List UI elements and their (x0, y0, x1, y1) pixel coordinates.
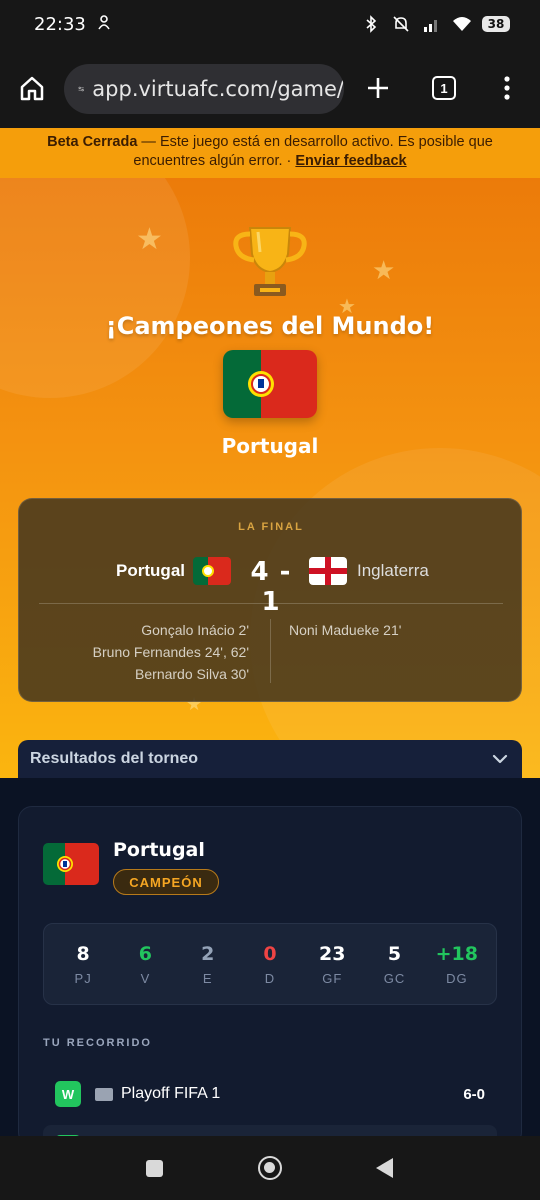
opponent-flag (95, 1087, 113, 1101)
bluetooth-icon (362, 15, 380, 33)
battery-level: 38 (482, 16, 510, 32)
stat-label: DG (446, 970, 468, 986)
stat-value: 8 (76, 942, 90, 965)
champion-hero: ★ ★ ★ ★ ¡Campeones del Mundo! Portugal L… (0, 178, 540, 778)
scorer: Bruno Fernandes 24', 62' (92, 644, 249, 660)
stat-label: GC (383, 970, 406, 986)
tab-switcher-button[interactable]: 1 (432, 76, 456, 100)
star-icon: ★ (136, 222, 163, 257)
portugal-flag (223, 350, 317, 418)
away-scorers: Noni Madueke 21' (289, 619, 401, 641)
stat-label: PJ (74, 970, 92, 986)
stat-value: 0 (263, 942, 277, 965)
stat-e: 2E (180, 943, 236, 986)
stat-gf: 23 GF (304, 943, 360, 986)
result-badge: W (55, 1081, 81, 1107)
champion-badge: CAMPEÓN (113, 869, 219, 895)
divider (270, 619, 271, 683)
recent-apps-button[interactable] (146, 1160, 163, 1177)
site-settings-icon[interactable] (78, 78, 84, 100)
beta-banner: Beta Cerrada — Este juego está en desarr… (0, 128, 540, 178)
scorer: Bernardo Silva 30' (135, 666, 249, 682)
stat-label: E (202, 970, 213, 986)
scorer: Noni Madueke 21' (289, 622, 402, 638)
home-team-name: Portugal (116, 561, 185, 580)
stat-d: 0D (242, 943, 298, 986)
results-label: Resultados del torneo (30, 750, 199, 767)
away-team-name: Inglaterra (357, 561, 429, 580)
stat-value: +18 (435, 942, 479, 965)
tournament-results-toggle[interactable]: Resultados del torneo (18, 740, 522, 778)
home-button[interactable] (258, 1156, 282, 1180)
stats-panel: 8 PJ 6V 2E 0D 23 GF 5 GC +18 DG (43, 923, 497, 1005)
status-time: 22:33 (34, 13, 86, 35)
decor-circle (0, 178, 190, 398)
stat-gc: 5 GC (367, 943, 423, 986)
chevron-down-icon (492, 754, 508, 764)
address-bar[interactable]: app.virtuafc.com/game/ (64, 64, 344, 114)
stat-label: GF (322, 970, 343, 986)
mute-icon (392, 15, 410, 33)
wifi-icon (452, 15, 471, 33)
team-flag (43, 843, 99, 885)
trophy-icon (233, 227, 307, 296)
stat-value: 23 (319, 942, 346, 965)
final-match-card: LA FINAL Portugal 4 - 1 Inglaterra Gonça… (18, 498, 522, 702)
home-scorers: Gonçalo Inácio 2' Bruno Fernandes 24', 6… (93, 619, 249, 685)
team-summary-card: Portugal CAMPEÓN 8 PJ 6V 2E 0D 23 GF 5 GC +… (18, 806, 522, 1146)
browser-toolbar: app.virtuafc.com/game/ 1 (0, 48, 540, 128)
stat-label: D (264, 970, 276, 986)
signal-icon (422, 15, 440, 33)
back-button[interactable] (376, 1158, 393, 1178)
stat-value: 2 (201, 942, 215, 965)
match-score: 6-0 (463, 1085, 485, 1103)
home-team-flag (193, 557, 231, 585)
divider (39, 603, 503, 604)
final-label: LA FINAL (238, 521, 304, 533)
path-label: TU RECORRIDO (43, 1037, 152, 1049)
feedback-link[interactable]: Enviar feedback (295, 153, 406, 169)
stat-value: 5 (387, 942, 402, 965)
scorer: Gonçalo Inácio 2' (141, 622, 249, 638)
notification-icon (96, 14, 112, 34)
champion-title: ¡Campeones del Mundo! (105, 312, 435, 340)
away-team-flag (309, 557, 347, 585)
star-icon: ★ (372, 256, 396, 286)
match-name: Playoff FIFA 1 (121, 1085, 221, 1102)
home-icon[interactable] (18, 74, 46, 102)
stat-label: V (140, 970, 151, 986)
banner-title: Beta Cerrada (47, 134, 138, 150)
status-bar: 22:33 38 (0, 0, 540, 48)
stat-dg: +18 DG (429, 943, 485, 986)
team-name: Portugal (113, 839, 205, 861)
new-tab-icon[interactable] (364, 74, 392, 102)
more-menu-icon[interactable] (500, 74, 514, 102)
stat-value: 6 (138, 942, 153, 965)
system-nav-bar (0, 1136, 540, 1200)
stat-v: 6V (117, 943, 173, 986)
final-score: 4 - 1 (250, 557, 292, 617)
url-text: app.virtuafc.com/game/ (92, 77, 344, 101)
match-row[interactable]: W Playoff FIFA 1 6-0 (43, 1073, 497, 1115)
stat-pj: 8 PJ (55, 943, 111, 986)
champion-name: Portugal (221, 434, 319, 458)
